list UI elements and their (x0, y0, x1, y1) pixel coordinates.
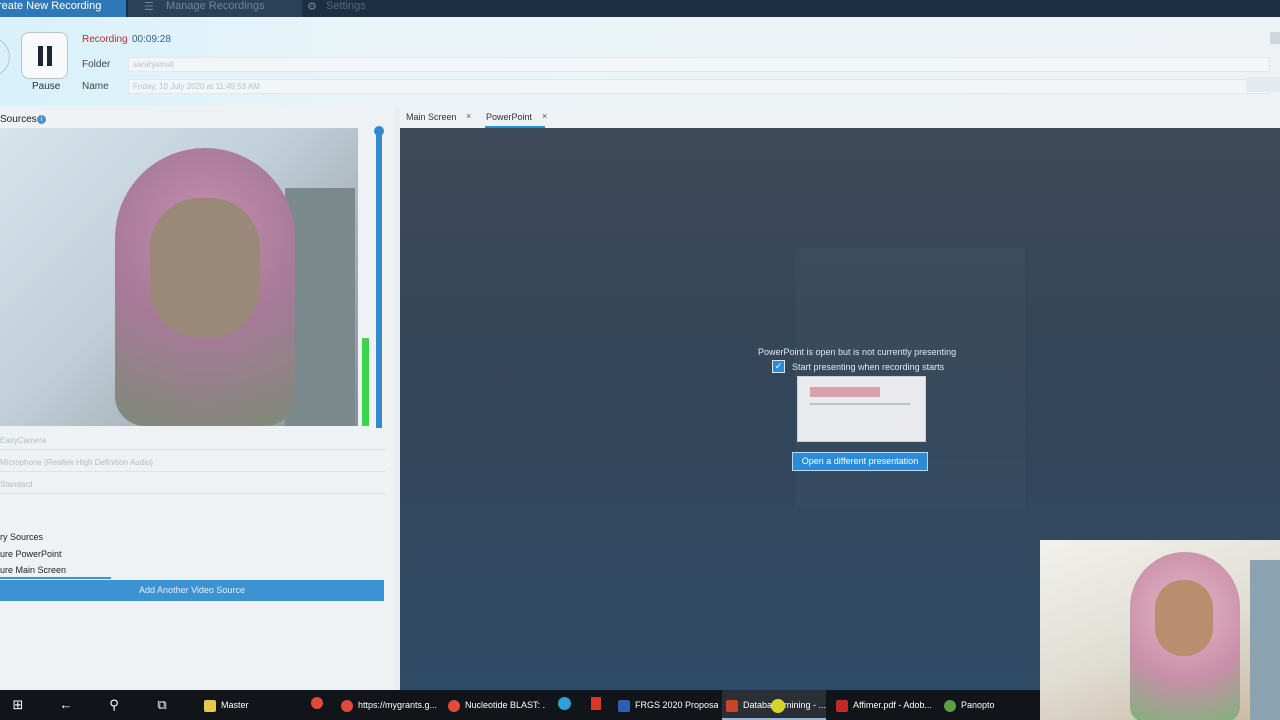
recording-status: Recording (82, 34, 128, 45)
header-scroll-handle[interactable] (1270, 32, 1280, 44)
pause-icon (38, 46, 43, 66)
folder-label: Folder (82, 59, 111, 70)
secondary-sources-heading: ry Sources (0, 532, 44, 542)
chrome-icon (448, 699, 460, 712)
tab-create-new-recording[interactable]: reate New Recording (0, 0, 126, 17)
taskbar-item-mygrants[interactable]: https://mygrants.g... (337, 690, 439, 720)
header-side-button[interactable] (1246, 77, 1280, 92)
webcam-preview (0, 128, 358, 426)
powerpoint-icon (726, 699, 738, 712)
gear-icon: ⚙ (307, 1, 317, 13)
tab-manage-recordings[interactable]: ☰ Manage Recordings (128, 0, 302, 17)
name-label: Name (82, 81, 109, 92)
taskbar-label: Affimer.pdf - Adob... (853, 700, 932, 710)
tab-settings-label: Settings (326, 0, 366, 12)
sources-heading: Sources (0, 114, 37, 125)
add-video-source-button[interactable]: Add Another Video Source (0, 580, 384, 601)
taskbar-item-master[interactable]: Master (200, 690, 280, 720)
close-main-screen-icon[interactable]: × (466, 111, 471, 121)
tab-powerpoint[interactable]: PowerPoint (486, 112, 532, 122)
taskbar-item-panopto[interactable]: Panopto (940, 690, 1036, 720)
taskbar-label: Panopto (961, 700, 995, 710)
top-tab-bar: reate New Recording ☰ Manage Recordings … (0, 0, 1280, 17)
edge-icon[interactable] (556, 697, 572, 713)
search-icon[interactable]: ⚲ (106, 697, 122, 713)
list-icon: ☰ (144, 1, 154, 13)
cursor-highlight (771, 699, 785, 713)
taskbar-label: Nucleotide BLAST: ... (465, 700, 546, 710)
tab-main-screen[interactable]: Main Screen (406, 112, 457, 122)
taskbar-item-affimer[interactable]: Affimer.pdf - Adob... (832, 690, 936, 720)
thumbnail-line (810, 403, 910, 405)
presenter-background-shelf (1250, 560, 1280, 720)
panopto-icon (944, 699, 956, 712)
taskbar-item-blast[interactable]: Nucleotide BLAST: ... (444, 690, 546, 720)
volume-slider-fill (376, 134, 382, 428)
recording-header: Pause Recording 00:09:28 Folder sarahjam… (0, 17, 1280, 106)
word-icon (618, 699, 630, 712)
tab-settings[interactable]: ⚙ Settings (304, 0, 384, 17)
taskbar-label: https://mygrants.g... (358, 700, 438, 710)
task-view-icon[interactable]: ⧉ (154, 697, 170, 713)
presenter-video (1040, 540, 1280, 720)
pause-button[interactable] (21, 32, 68, 79)
start-presenting-checkbox-label[interactable]: Start presenting when recording starts (792, 362, 944, 372)
pause-label: Pause (32, 81, 61, 92)
taskbar-label: FRGS 2020 Proposal... (635, 700, 718, 710)
quality-select[interactable]: Standard (0, 476, 386, 494)
capture-divider (0, 577, 111, 579)
chrome-alt-icon[interactable] (309, 697, 325, 713)
chrome-icon (341, 699, 353, 712)
close-powerpoint-icon[interactable]: × (542, 111, 547, 121)
thumbnail-band (810, 387, 880, 397)
stage-tabs: Main Screen × PowerPoint × (400, 106, 1280, 128)
pause-icon-bar (47, 46, 52, 66)
sources-panel: Sources i EasyCamera Microphone (Realtek… (0, 106, 394, 690)
info-icon[interactable]: i (37, 115, 46, 124)
presentation-thumbnail (797, 376, 926, 442)
microphone-select[interactable]: Microphone (Realtek High Definition Audi… (0, 454, 386, 472)
check-icon[interactable]: ✓ (772, 360, 785, 373)
windows-taskbar: ⊞ ← ⚲ ⧉ Master https://mygrants.g... Nuc… (0, 690, 1040, 720)
powerpoint-status-message: PowerPoint is open but is not currently … (758, 347, 957, 357)
office-icon[interactable] (588, 697, 604, 713)
camera-select[interactable]: EasyCamera (0, 432, 386, 450)
windows-start-icon[interactable]: ⊞ (10, 697, 26, 713)
record-button-edge[interactable] (0, 37, 10, 77)
capture-main-screen-option[interactable]: ure Main Screen (0, 565, 66, 575)
back-arrow-icon[interactable]: ← (58, 697, 74, 713)
open-different-presentation-button[interactable]: Open a different presentation (792, 452, 928, 471)
volume-slider-handle[interactable] (374, 126, 384, 136)
webcam-background-shelf (285, 188, 355, 426)
name-field[interactable]: Friday, 10 July 2020 at 11:49:53 AM (128, 79, 1270, 94)
taskbar-item-frgs[interactable]: FRGS 2020 Proposal... (614, 690, 718, 720)
tab-manage-label: Manage Recordings (166, 0, 265, 12)
folder-icon (204, 699, 216, 712)
recording-elapsed-time: 00:09:28 (132, 34, 171, 45)
tab-create-label: reate New Recording (0, 0, 102, 12)
webcam-face (150, 198, 260, 338)
audio-level-meter (362, 338, 369, 426)
pdf-icon (836, 699, 848, 712)
folder-field[interactable]: sarahjamali (128, 57, 1270, 72)
capture-powerpoint-option[interactable]: ure PowerPoint (0, 549, 62, 559)
taskbar-label: Master (221, 700, 249, 710)
presenter-face (1155, 580, 1213, 656)
